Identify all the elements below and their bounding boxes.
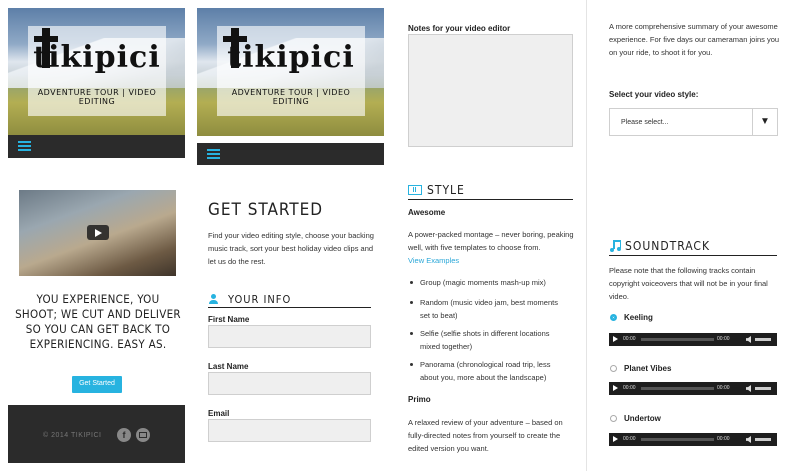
view-examples-link[interactable]: View Examples <box>408 254 459 267</box>
hamburger-menu-icon[interactable] <box>18 141 31 151</box>
landing-headline: YOU EXPERIENCE, YOU SHOOT; WE CUT AND DE… <box>15 292 181 351</box>
volume-icon[interactable] <box>746 436 751 443</box>
volume-slider[interactable] <box>755 338 771 341</box>
play-icon <box>95 229 102 237</box>
track-radio-undertow[interactable] <box>610 415 617 422</box>
list-item: Group (magic moments mash-up mix) <box>410 276 570 289</box>
primo-description: A relaxed review of your adventure – bas… <box>408 418 563 453</box>
soundtrack-note: Please note that the following tracks co… <box>609 266 768 301</box>
divider <box>609 255 777 256</box>
hamburger-menu-icon[interactable] <box>207 149 220 159</box>
time-end: 00:00 <box>717 336 730 342</box>
facebook-icon[interactable]: f <box>117 428 131 442</box>
nav-bar <box>8 135 185 158</box>
get-started-title: GET STARTED <box>208 200 324 220</box>
audio-player[interactable]: 00:00 00:00 <box>609 333 777 346</box>
volume-icon[interactable] <box>746 385 751 392</box>
progress-track[interactable] <box>641 338 714 341</box>
soundtrack-heading: SOUNDTRACK <box>625 239 711 253</box>
logo-title: tikipici <box>227 40 355 75</box>
logo-title: tikipici <box>33 40 161 75</box>
your-info-heading: YOUR INFO <box>228 293 292 306</box>
nav-bar <box>197 143 384 165</box>
time-start: 00:00 <box>623 385 636 391</box>
video-thumbnail[interactable] <box>19 190 176 276</box>
hero-panel-1: tikipici ADVENTURE TOUR | VIDEO EDITING <box>8 8 185 158</box>
track-radio-planet-vibes[interactable] <box>610 365 617 372</box>
style-heading: STYLE <box>427 183 465 197</box>
logo-subtitle: ADVENTURE TOUR | VIDEO EDITING <box>37 88 157 106</box>
email-field[interactable] <box>208 419 371 442</box>
time-end: 00:00 <box>717 385 730 391</box>
chevron-down-icon[interactable]: ▼ <box>752 109 777 135</box>
music-note-icon <box>610 240 621 252</box>
video-style-label: Select your video style: <box>609 90 699 99</box>
get-started-intro: Find your video editing style, choose yo… <box>208 231 374 266</box>
divider <box>208 307 371 308</box>
footer-copyright: © 2014 TIKIPICI <box>43 432 102 439</box>
film-icon <box>408 185 422 195</box>
hero-panel-2: tikipici ADVENTURE TOUR | VIDEO EDITING <box>197 8 384 165</box>
track-name: Keeling <box>624 313 653 322</box>
last-name-label: Last Name <box>208 362 249 371</box>
notes-label: Notes for your video editor <box>408 24 511 33</box>
volume-slider[interactable] <box>755 438 771 441</box>
play-icon[interactable] <box>613 436 618 442</box>
audio-player[interactable]: 00:00 00:00 <box>609 382 777 395</box>
video-style-select[interactable]: Please select... ▼ <box>609 108 778 136</box>
time-start: 00:00 <box>623 336 636 342</box>
play-icon[interactable] <box>613 336 618 342</box>
play-button[interactable] <box>87 225 109 240</box>
notes-textarea[interactable] <box>408 34 573 147</box>
first-name-label: First Name <box>208 315 250 324</box>
time-end: 00:00 <box>717 436 730 442</box>
track-name: Undertow <box>624 414 661 423</box>
logo: tikipici ADVENTURE TOUR | VIDEO EDITING <box>217 26 365 116</box>
select-value: Please select... <box>621 119 669 126</box>
list-item: Panorama (chronological road trip, less … <box>410 358 570 384</box>
user-icon <box>208 294 218 304</box>
time-start: 00:00 <box>623 436 636 442</box>
progress-track[interactable] <box>641 387 714 390</box>
volume-slider[interactable] <box>755 387 771 390</box>
footer: © 2014 TIKIPICI f <box>8 405 185 463</box>
list-item: Selfie (selfie shots in different locati… <box>410 327 570 353</box>
audio-player[interactable]: 00:00 00:00 <box>609 433 777 446</box>
first-name-field[interactable] <box>208 325 371 348</box>
primo-title: Primo <box>408 395 431 404</box>
progress-track[interactable] <box>641 438 714 441</box>
column-divider <box>586 0 587 471</box>
list-item: Random (music video jam, best moments se… <box>410 296 570 322</box>
awesome-description: A power-packed montage – never boring, p… <box>408 230 574 252</box>
awesome-title: Awesome <box>408 208 446 217</box>
track-radio-keeling[interactable] <box>610 314 617 321</box>
divider <box>408 199 573 200</box>
mail-icon[interactable] <box>136 428 150 442</box>
volume-icon[interactable] <box>746 336 751 343</box>
logo-subtitle: ADVENTURE TOUR | VIDEO EDITING <box>231 88 351 106</box>
track-name: Planet Vibes <box>624 364 672 373</box>
summary-text: A more comprehensive summary of your awe… <box>609 22 780 57</box>
play-icon[interactable] <box>613 385 618 391</box>
get-started-button[interactable]: Get Started <box>72 376 122 393</box>
logo: tikipici ADVENTURE TOUR | VIDEO EDITING <box>28 26 166 116</box>
last-name-field[interactable] <box>208 372 371 395</box>
email-label: Email <box>208 409 230 418</box>
